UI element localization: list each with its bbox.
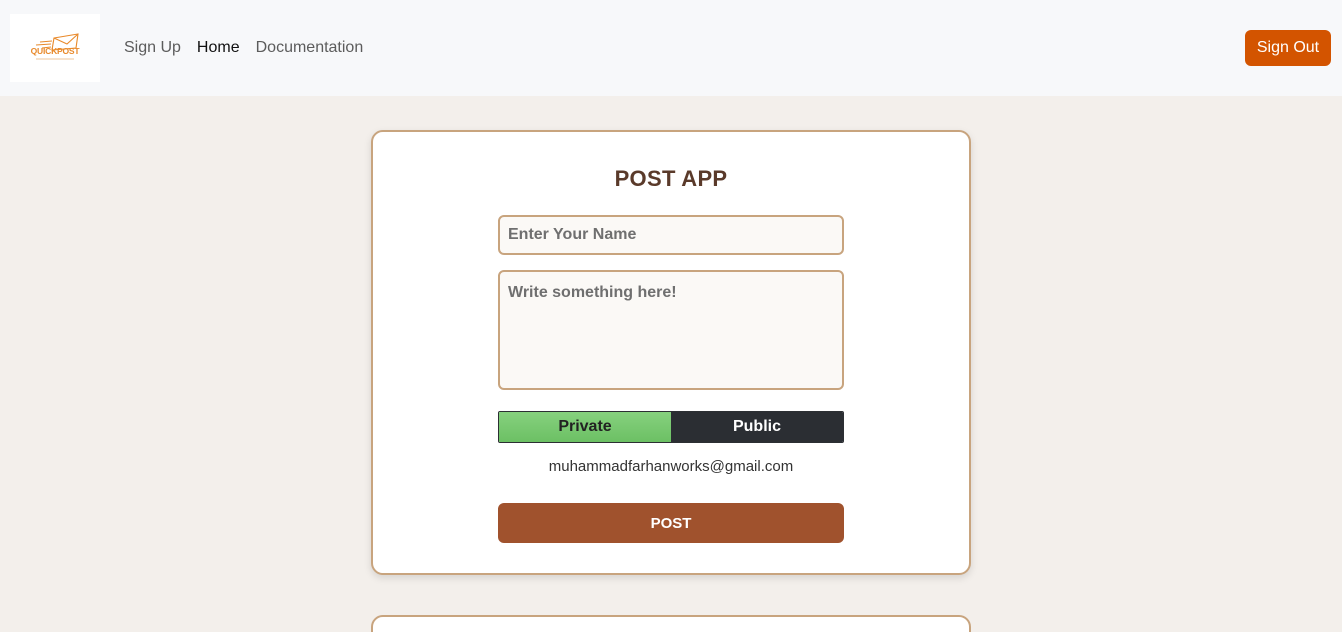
nav-link-documentation[interactable]: Documentation xyxy=(256,38,364,58)
user-email: muhammadfarhanworks@gmail.com xyxy=(548,458,794,475)
navbar: QUICKPOST Sign Up Home Documentation Sig… xyxy=(0,0,1342,96)
nav-link-sign-up[interactable]: Sign Up xyxy=(124,38,181,58)
post-button[interactable]: POST xyxy=(498,503,844,543)
post-card xyxy=(371,615,971,632)
page-title: POST APP xyxy=(614,166,728,191)
sign-out-button[interactable]: Sign Out xyxy=(1245,30,1331,66)
message-textarea[interactable] xyxy=(498,270,844,390)
nav-links: Sign Up Home Documentation xyxy=(124,38,363,58)
private-option[interactable]: Private xyxy=(499,412,671,442)
logo-text: QUICKPOST xyxy=(30,46,80,56)
nav-link-home[interactable]: Home xyxy=(197,38,240,58)
quickpost-logo[interactable]: QUICKPOST xyxy=(10,14,100,82)
name-input[interactable] xyxy=(498,215,844,255)
public-option[interactable]: Public xyxy=(671,412,843,442)
visibility-toggle: Private Public xyxy=(498,411,844,443)
post-form-card: POST APP Private Public muhammadfarhanwo… xyxy=(371,130,971,575)
